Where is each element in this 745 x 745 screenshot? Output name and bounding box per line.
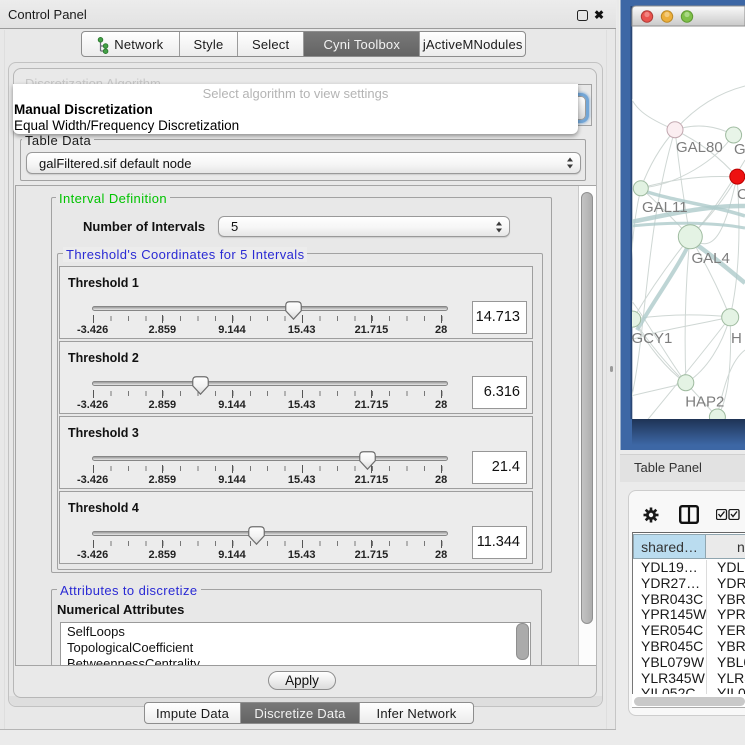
svg-text:GAL80: GAL80 xyxy=(676,139,723,156)
svg-text:GAL4: GAL4 xyxy=(692,250,730,267)
svg-text:H: H xyxy=(731,330,742,347)
svg-text:G: G xyxy=(734,141,745,158)
svg-text:GAL11: GAL11 xyxy=(642,199,688,216)
svg-text:HAP2: HAP2 xyxy=(685,394,724,411)
svg-text:C: C xyxy=(737,186,745,203)
svg-text:GCY1: GCY1 xyxy=(632,330,673,347)
